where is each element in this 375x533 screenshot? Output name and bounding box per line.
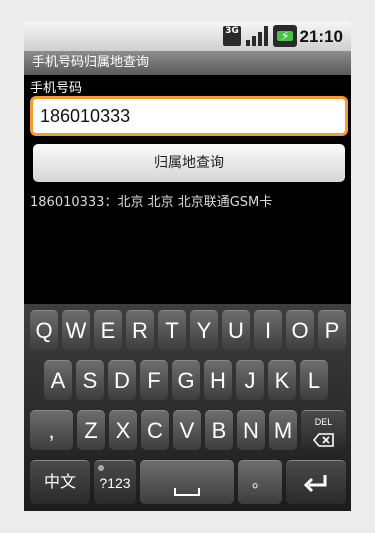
signal-strength-icon xyxy=(246,26,268,46)
mic-dot-icon xyxy=(98,465,104,471)
key-t[interactable]: T xyxy=(158,310,186,350)
key-w[interactable]: W xyxy=(62,310,90,350)
key-q[interactable]: Q xyxy=(30,310,58,350)
key-j[interactable]: J xyxy=(236,360,264,400)
network-3g-icon: 3G xyxy=(223,26,241,46)
key-o[interactable]: O xyxy=(286,310,314,350)
key-c[interactable]: C xyxy=(141,410,169,450)
key-e[interactable]: E xyxy=(94,310,122,350)
key-n[interactable]: N xyxy=(237,410,265,450)
key-x[interactable]: X xyxy=(109,410,137,450)
key-v[interactable]: V xyxy=(173,410,201,450)
phone-label: 手机号码 xyxy=(30,81,83,96)
soft-keyboard: Q W E R T Y U I O P A S D F G H J K L , … xyxy=(24,304,351,511)
key-i[interactable]: I xyxy=(254,310,282,350)
key-r[interactable]: R xyxy=(126,310,154,350)
key-l[interactable]: L xyxy=(300,360,328,400)
key-g[interactable]: G xyxy=(172,360,200,400)
clock: 21:10 xyxy=(299,27,343,46)
enter-key[interactable] xyxy=(286,460,346,504)
period-key[interactable]: 。 xyxy=(238,460,282,504)
space-icon xyxy=(174,488,200,496)
key-p[interactable]: P xyxy=(318,310,346,350)
phone-input[interactable]: 186010333 xyxy=(30,96,348,136)
key-b[interactable]: B xyxy=(205,410,233,450)
key-s[interactable]: S xyxy=(76,360,104,400)
battery-charging-icon: ⚡ xyxy=(273,25,297,47)
device-screen: 3G ⚡ 21:10 手机号码归属地查询 手机号码 186010333 归属地查… xyxy=(24,22,351,511)
key-a[interactable]: A xyxy=(44,360,72,400)
backspace-icon xyxy=(312,433,334,447)
key-f[interactable]: F xyxy=(140,360,168,400)
key-m[interactable]: M xyxy=(269,410,297,450)
key-u[interactable]: U xyxy=(222,310,250,350)
key-k[interactable]: K xyxy=(268,360,296,400)
numbers-key[interactable]: ?123 xyxy=(94,460,136,504)
key-d[interactable]: D xyxy=(108,360,136,400)
delete-key[interactable]: DEL xyxy=(301,410,346,450)
key-y[interactable]: Y xyxy=(190,310,218,350)
key-z[interactable]: Z xyxy=(77,410,105,450)
space-key[interactable] xyxy=(140,460,234,504)
status-bar: 3G ⚡ 21:10 xyxy=(24,22,351,51)
result-text: 186010333：北京 北京 北京联通GSM卡 xyxy=(30,195,273,210)
key-h[interactable]: H xyxy=(204,360,232,400)
language-toggle-key[interactable]: 中文 xyxy=(30,460,90,504)
query-button[interactable]: 归属地查询 xyxy=(33,144,345,182)
app-title: 手机号码归属地查询 xyxy=(24,51,351,75)
enter-icon xyxy=(303,475,327,493)
key-comma[interactable]: , xyxy=(30,410,73,450)
del-label: DEL xyxy=(314,417,333,427)
